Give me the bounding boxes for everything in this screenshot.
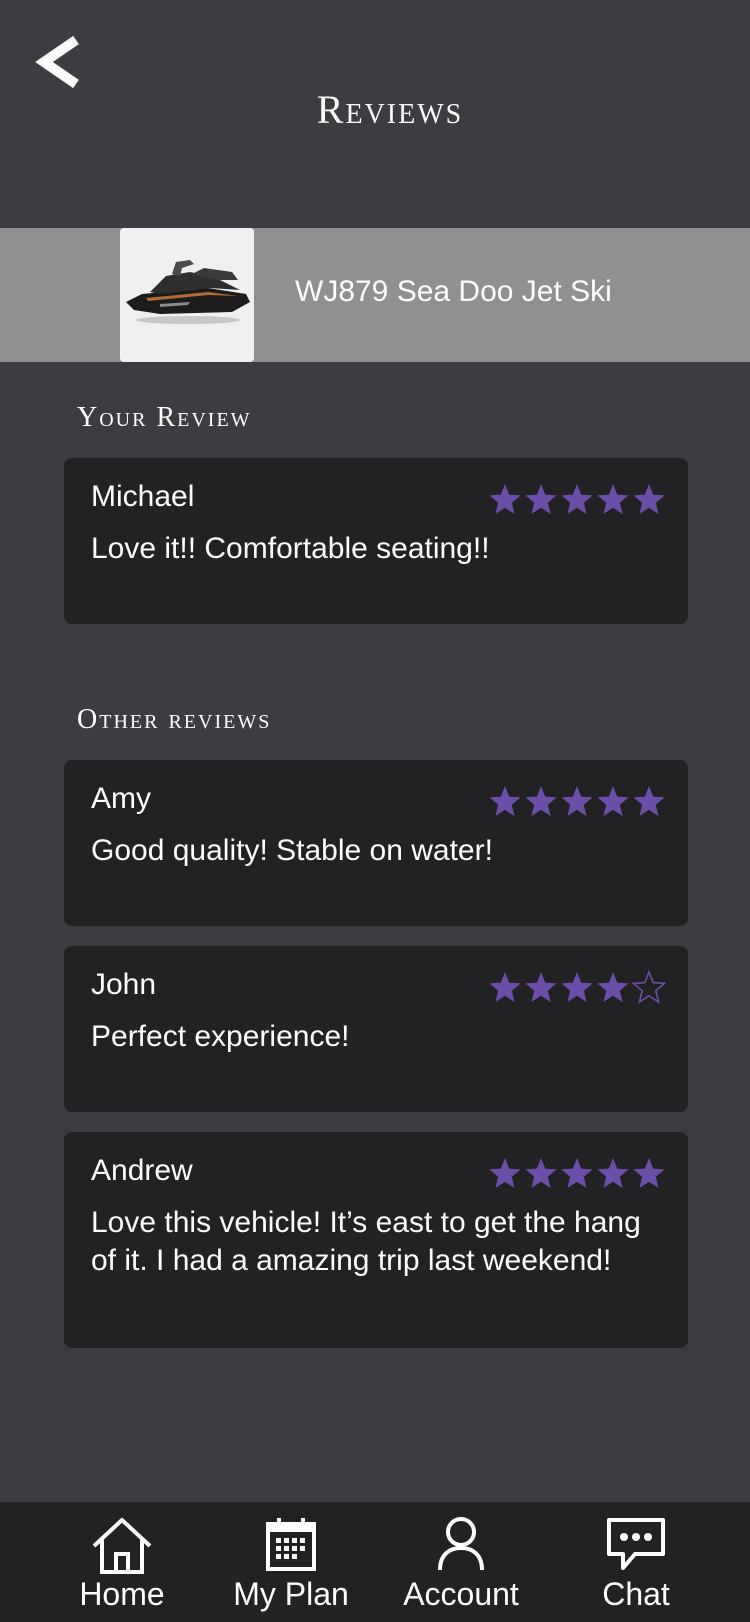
my-review-card: Michael Love it!! Comfortable seating!!: [64, 458, 688, 624]
product-name: WJ879 Sea Doo Jet Ski: [295, 275, 612, 308]
star-filled-icon: [597, 1158, 629, 1188]
star-filled-icon: [633, 484, 665, 514]
review-card: John Perfect experience!: [64, 946, 688, 1112]
chevron-left-icon: [35, 35, 79, 89]
star-filled-icon: [525, 972, 557, 1002]
page-title: Reviews: [316, 87, 464, 132]
tab-my-plan[interactable]: My Plan: [226, 1502, 356, 1622]
review-card: Amy Good quality! Stable on water!: [64, 760, 688, 926]
tab-label: Home: [79, 1576, 165, 1612]
star-filled-icon: [633, 1158, 665, 1188]
header: Reviews: [0, 0, 750, 228]
reviewer-name: John: [91, 968, 157, 1001]
star-rating: [488, 1156, 666, 1190]
star-filled-icon: [597, 786, 629, 816]
chat-bubble-icon: [607, 1518, 665, 1570]
star-rating: [488, 784, 666, 818]
person-icon: [438, 1517, 484, 1571]
star-rating: [488, 970, 666, 1004]
reviewer-name: Michael: [91, 480, 195, 513]
other-reviews-heading: Other reviews: [77, 704, 272, 735]
star-filled-icon: [489, 484, 521, 514]
review-card: Andrew Love this vehicle! It’s east to g…: [64, 1132, 688, 1348]
reviewer-name: Andrew: [91, 1154, 193, 1187]
tab-label: Chat: [602, 1576, 670, 1612]
review-text: Love it!! Comfortable seating!!: [91, 532, 490, 565]
tab-label: My Plan: [233, 1576, 349, 1612]
tab-home[interactable]: Home: [72, 1502, 172, 1622]
star-filled-icon: [525, 484, 557, 514]
star-filled-icon: [597, 972, 629, 1002]
tab-account[interactable]: Account: [396, 1502, 526, 1622]
home-icon: [92, 1518, 152, 1574]
reviewer-name: Amy: [91, 782, 151, 815]
star-rating: [488, 482, 666, 516]
star-filled-icon: [561, 786, 593, 816]
review-text: Love this vehicle! It’s east to get the …: [91, 1206, 641, 1277]
star-filled-icon: [597, 484, 629, 514]
review-text: Good quality! Stable on water!: [91, 834, 493, 867]
star-filled-icon: [633, 786, 665, 816]
star-empty-icon: [632, 970, 666, 1004]
back-button[interactable]: [30, 30, 90, 90]
review-text: Perfect experience!: [91, 1020, 350, 1053]
star-filled-icon: [561, 1158, 593, 1188]
star-filled-icon: [489, 972, 521, 1002]
calendar-icon: [266, 1518, 316, 1571]
tab-label: Account: [403, 1576, 519, 1612]
tab-bar: Home My Plan Account Chat: [0, 1502, 750, 1622]
tab-chat[interactable]: Chat: [586, 1502, 686, 1622]
product-image: [120, 228, 254, 362]
star-filled-icon: [489, 786, 521, 816]
star-filled-icon: [561, 484, 593, 514]
your-review-heading: Your Review: [77, 402, 252, 433]
jet-ski-image: [126, 260, 250, 324]
star-filled-icon: [525, 1158, 557, 1188]
star-filled-icon: [525, 786, 557, 816]
star-filled-icon: [561, 972, 593, 1002]
star-filled-icon: [489, 1158, 521, 1188]
